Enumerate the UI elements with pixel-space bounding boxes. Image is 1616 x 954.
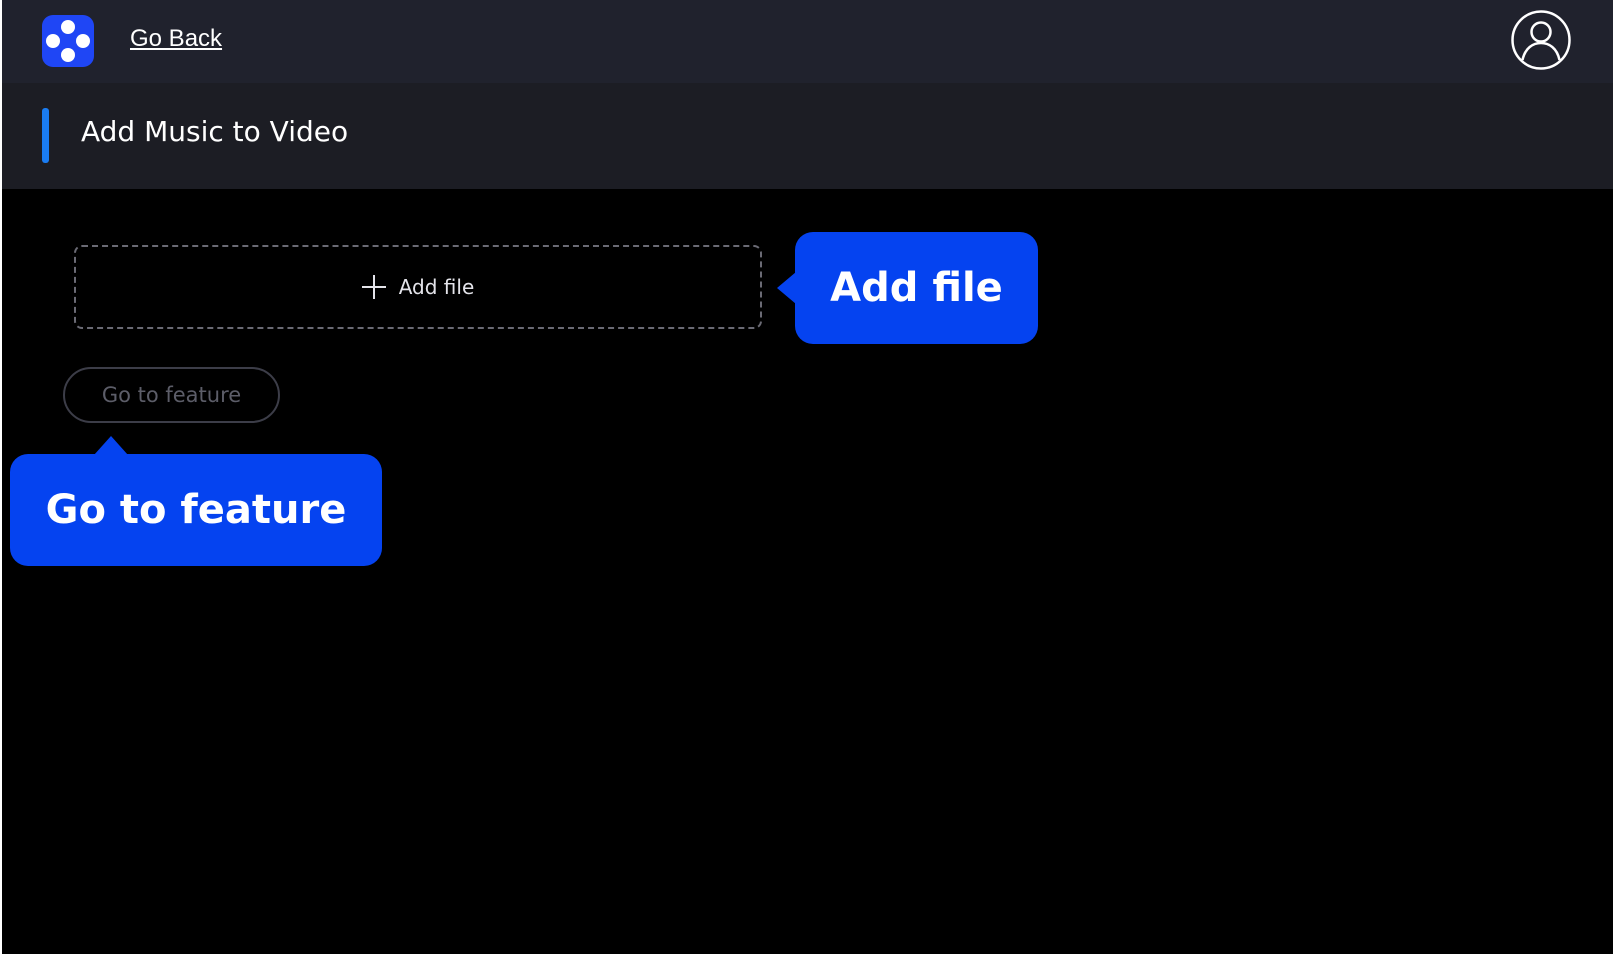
go-to-feature-callout: Go to feature bbox=[10, 454, 382, 566]
top-bar: Go Back bbox=[2, 0, 1613, 83]
add-file-dropzone[interactable]: Add file bbox=[74, 245, 762, 329]
logo-dot bbox=[46, 34, 60, 48]
title-accent-bar bbox=[42, 108, 49, 163]
user-account-icon[interactable] bbox=[1510, 9, 1572, 71]
logo-dot bbox=[61, 20, 75, 34]
user-account-icon-svg bbox=[1511, 10, 1571, 70]
plus-icon bbox=[361, 275, 386, 299]
logo-dot bbox=[76, 34, 90, 48]
page-title: Add Music to Video bbox=[81, 115, 349, 148]
logo-dot bbox=[61, 48, 75, 62]
callout-arrow bbox=[94, 436, 128, 455]
add-file-content: Add file bbox=[76, 247, 760, 327]
app-window: Go Back Add Music to Video Add file Go t… bbox=[2, 0, 1613, 954]
callout-arrow bbox=[777, 272, 796, 304]
go-back-link[interactable]: Go Back bbox=[130, 25, 222, 53]
page-header: Add Music to Video bbox=[2, 83, 1613, 189]
add-file-label: Add file bbox=[398, 275, 475, 299]
add-file-callout: Add file bbox=[795, 232, 1038, 344]
app-logo-icon[interactable] bbox=[42, 15, 94, 67]
go-to-feature-button[interactable]: Go to feature bbox=[63, 367, 280, 423]
